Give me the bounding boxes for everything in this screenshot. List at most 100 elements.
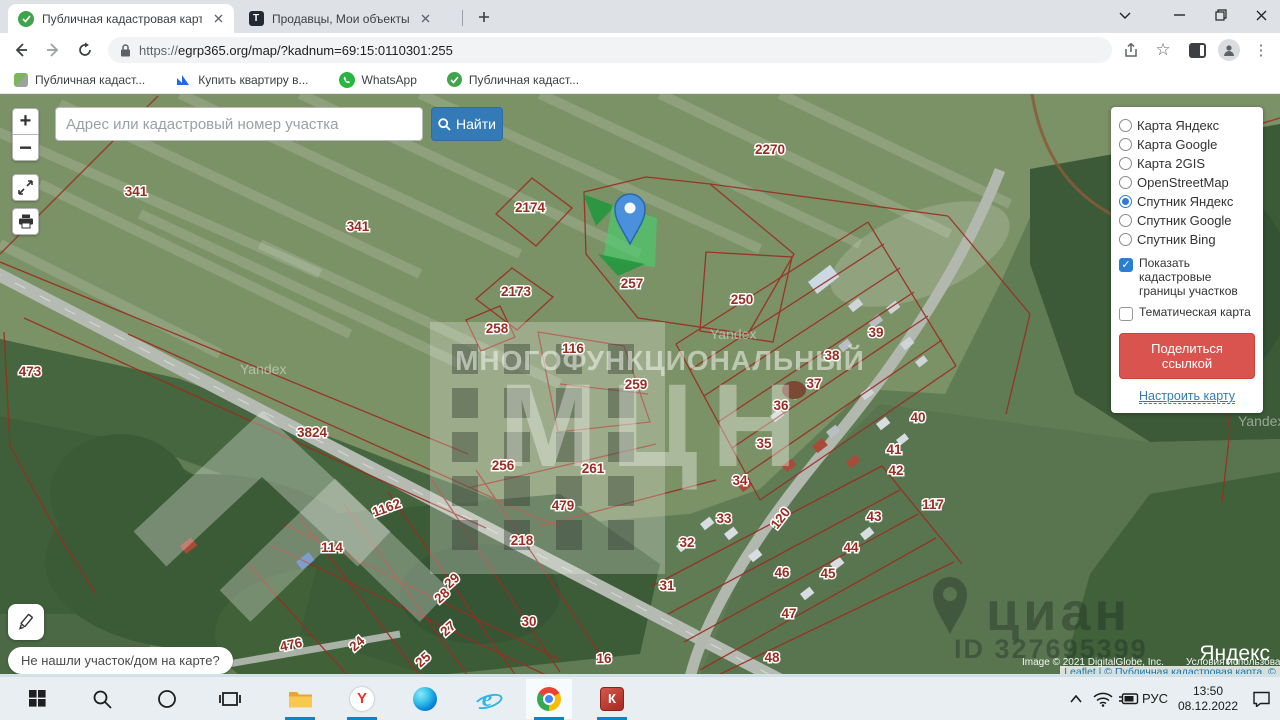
layer-checkbox-0[interactable]: ✓Показать кадастровые границы участков xyxy=(1119,257,1255,298)
radio-icon[interactable] xyxy=(1119,233,1132,246)
chrome-button[interactable] xyxy=(527,677,571,720)
leaflet-attribution[interactable]: Leaflet | © Публичная кадастровая карта,… xyxy=(1064,666,1276,676)
bookmark-cadastral-2[interactable]: Публичная кадаст... xyxy=(447,72,579,87)
browser-toolbar: https://egrp365.org/map/?kadnum=69:15:01… xyxy=(0,33,1280,66)
kompas-icon: К xyxy=(600,687,624,711)
parcel-label: 41 xyxy=(886,442,902,457)
radio-icon[interactable] xyxy=(1119,176,1132,189)
yandex-watermark: Yandex xyxy=(1238,413,1280,429)
language-indicator[interactable]: РУС xyxy=(1138,677,1172,720)
window-close-button[interactable] xyxy=(1244,0,1278,30)
new-tab-button[interactable] xyxy=(474,7,494,27)
parcel-label: 117 xyxy=(922,497,944,512)
draw-parcel-button[interactable] xyxy=(8,604,44,640)
profile-avatar[interactable] xyxy=(1216,37,1242,63)
parcel-label: 32 xyxy=(679,535,694,550)
bookmark-buy-apartment[interactable]: Купить квартиру в... xyxy=(175,72,308,88)
kompas-button[interactable]: К xyxy=(590,677,634,720)
internet-explorer-button[interactable]: e xyxy=(465,677,509,720)
tab-cadastral-map[interactable]: Публичная кадастровая карта xyxy=(8,4,234,33)
tab1-close-icon[interactable] xyxy=(210,11,226,27)
radio-icon[interactable] xyxy=(1119,214,1132,227)
clock-date: 08.12.2022 xyxy=(1178,699,1238,714)
taskbar-search-button[interactable] xyxy=(80,677,124,720)
parcel-label: 479 xyxy=(552,498,575,513)
tab-sellers-objects[interactable]: Т Продавцы, Мои объекты xyxy=(238,4,460,33)
not-found-prompt[interactable]: Не нашли участок/дом на карте? xyxy=(8,647,233,674)
search-button[interactable]: Найти xyxy=(431,107,503,141)
parcel-label: 341 xyxy=(347,219,370,234)
browser-menu-icon[interactable]: ⋮ xyxy=(1248,37,1274,63)
zoom-in-button[interactable]: + xyxy=(12,108,39,135)
parcel-label: 43 xyxy=(866,509,882,524)
layer-radio-0[interactable]: Карта Яндекс xyxy=(1119,116,1255,135)
layer-radio-5[interactable]: Спутник Google xyxy=(1119,211,1255,230)
parcel-label: 33 xyxy=(716,511,732,526)
tab1-favicon-check-icon xyxy=(18,11,34,27)
parcel-label: 256 xyxy=(492,458,515,473)
print-button[interactable] xyxy=(12,208,39,235)
parcel-label: 341 xyxy=(125,184,148,199)
tab-strip: Публичная кадастровая карта Т Продавцы, … xyxy=(0,0,1280,33)
whatsapp-icon xyxy=(339,72,355,88)
layer-radio-label: Спутник Google xyxy=(1137,213,1232,228)
radio-icon[interactable] xyxy=(1119,195,1132,208)
checkbox-icon[interactable]: ✓ xyxy=(1119,258,1133,272)
parcel-label: 48 xyxy=(764,650,780,665)
bookmark-whatsapp[interactable]: WhatsApp xyxy=(339,72,417,88)
bookmark-star-icon[interactable]: ☆ xyxy=(1150,37,1176,63)
bookmark-cadastral-1[interactable]: Публичная кадаст... xyxy=(14,73,145,87)
back-icon[interactable] xyxy=(8,37,34,63)
task-view-icon xyxy=(219,690,241,708)
yandex-browser-button[interactable]: Y xyxy=(340,677,384,720)
layer-radio-label: OpenStreetMap xyxy=(1137,175,1229,190)
parcel-label: 47 xyxy=(781,606,796,621)
chrome-icon xyxy=(537,687,561,711)
cortana-button[interactable] xyxy=(145,677,189,720)
parcel-label: 45 xyxy=(820,566,836,581)
forward-icon[interactable] xyxy=(40,37,66,63)
checkbox-icon[interactable] xyxy=(1119,307,1133,321)
url-text: egrp365.org/map/?kadnum=69:15:0110301:25… xyxy=(178,43,453,58)
edge-button[interactable] xyxy=(403,677,447,720)
search-icon xyxy=(438,118,451,131)
reload-icon[interactable] xyxy=(72,37,98,63)
layer-radio-2[interactable]: Карта 2GIS xyxy=(1119,154,1255,173)
window-minimize-button[interactable] xyxy=(1162,0,1196,30)
layer-radio-label: Спутник Яндекс xyxy=(1137,194,1233,209)
tab2-close-icon[interactable] xyxy=(418,11,434,27)
svg-text:МЦН: МЦН xyxy=(499,360,811,492)
file-explorer-button[interactable] xyxy=(278,677,322,720)
share-icon[interactable] xyxy=(1118,37,1144,63)
cadastral-map-viewport[interactable]: МНОГОФУНКЦИОНАЛЬНЫЙ МЦН Yandex Yandex Ya… xyxy=(0,94,1280,676)
cortana-icon xyxy=(157,689,177,709)
parcel-label: 37 xyxy=(806,376,821,391)
layer-radio-3[interactable]: OpenStreetMap xyxy=(1119,173,1255,192)
radio-icon[interactable] xyxy=(1119,157,1132,170)
radio-icon[interactable] xyxy=(1119,138,1132,151)
action-center-icon[interactable] xyxy=(1244,677,1278,720)
radio-icon[interactable] xyxy=(1119,119,1132,132)
window-menu-chevron-icon[interactable] xyxy=(1108,0,1142,30)
layer-radio-4[interactable]: Спутник Яндекс xyxy=(1119,192,1255,211)
search-input[interactable] xyxy=(55,107,423,141)
layer-radio-1[interactable]: Карта Google xyxy=(1119,135,1255,154)
layer-checkbox-1[interactable]: Тематическая карта xyxy=(1119,306,1255,321)
layer-checkbox-list: ✓Показать кадастровые границы участков Те… xyxy=(1119,257,1255,321)
task-view-button[interactable] xyxy=(208,677,252,720)
parcel-label: 259 xyxy=(625,377,648,392)
window-restore-button[interactable] xyxy=(1204,0,1238,30)
start-button[interactable] xyxy=(15,677,59,720)
parcel-label: 3824 xyxy=(297,425,328,440)
layer-radio-6[interactable]: Спутник Bing xyxy=(1119,230,1255,249)
blue-n-icon xyxy=(175,72,191,88)
pencil-icon xyxy=(17,613,35,631)
configure-map-link[interactable]: Настроить карту xyxy=(1119,389,1255,403)
side-panel-icon[interactable] xyxy=(1184,37,1210,63)
fullscreen-button[interactable] xyxy=(12,174,39,201)
share-link-button[interactable]: Поделиться ссылкой xyxy=(1119,333,1255,379)
zoom-out-button[interactable]: − xyxy=(12,134,39,161)
parcel-label: 258 xyxy=(486,321,509,336)
address-bar[interactable]: https://egrp365.org/map/?kadnum=69:15:01… xyxy=(108,37,1112,63)
taskbar-clock[interactable]: 13:50 08.12.2022 xyxy=(1168,677,1248,720)
